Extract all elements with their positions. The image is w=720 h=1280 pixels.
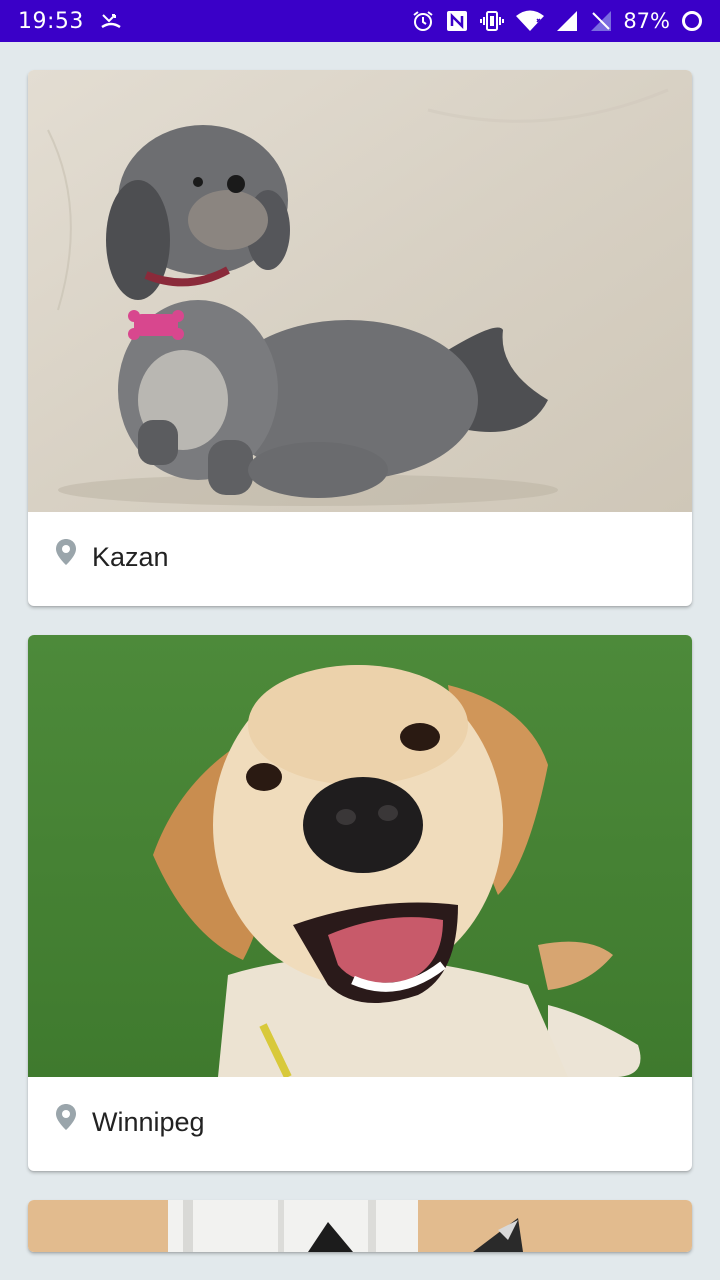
alarm-icon bbox=[411, 9, 435, 33]
location-pin-icon bbox=[55, 538, 77, 571]
dog-feed[interactable]: Kazan Winnipeg bbox=[28, 70, 692, 1252]
dog-card[interactable]: Kazan bbox=[28, 70, 692, 606]
signal-icon bbox=[555, 9, 579, 33]
dog-photo[interactable] bbox=[28, 1200, 692, 1252]
city-label: Kazan bbox=[92, 542, 169, 572]
dog-photo[interactable] bbox=[28, 70, 692, 512]
dog-card[interactable] bbox=[28, 1200, 692, 1252]
card-footer: Kazan bbox=[28, 512, 692, 606]
city-label: Winnipeg bbox=[92, 1107, 205, 1137]
missed-call-icon bbox=[100, 10, 122, 32]
nfc-icon bbox=[445, 9, 469, 33]
status-time: 19:53 bbox=[18, 8, 84, 34]
wifi-icon bbox=[515, 9, 545, 33]
battery-percent: 87% bbox=[623, 9, 670, 33]
battery-ring-icon bbox=[680, 9, 704, 33]
card-footer: Winnipeg bbox=[28, 1077, 692, 1171]
dog-card[interactable]: Winnipeg bbox=[28, 635, 692, 1171]
dog-photo[interactable] bbox=[28, 635, 692, 1077]
no-sim-signal-icon bbox=[589, 9, 613, 33]
status-bar: 19:53 87% bbox=[0, 0, 720, 42]
vibrate-icon bbox=[479, 9, 505, 33]
location-pin-icon bbox=[55, 1103, 77, 1136]
